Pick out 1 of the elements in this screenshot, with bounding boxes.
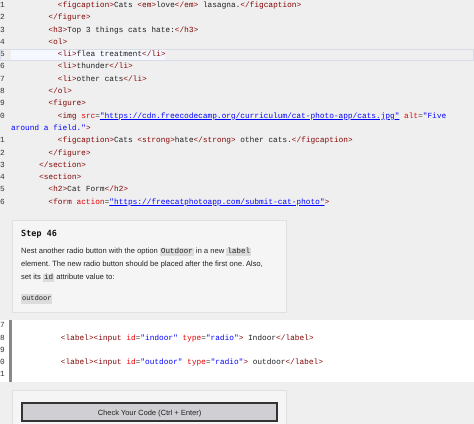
step-title: Step 46 bbox=[21, 228, 58, 241]
